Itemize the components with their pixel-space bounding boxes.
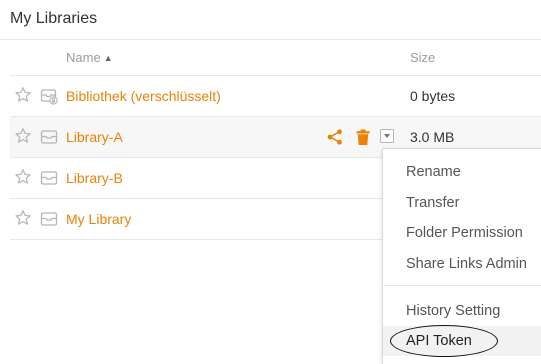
library-icon <box>40 212 58 226</box>
library-icon <box>40 130 58 144</box>
table-header: Name ▲ Size <box>10 40 541 76</box>
library-name-link[interactable]: Library-A <box>66 129 123 145</box>
library-operations-menu: Rename Transfer Folder Permission Share … <box>382 148 541 364</box>
encrypted-library-icon <box>40 89 58 105</box>
menu-item-history-setting[interactable]: History Setting <box>383 296 541 326</box>
menu-item-folder-permission[interactable]: Folder Permission <box>383 218 541 248</box>
library-name-link[interactable]: Bibliothek (verschlüsselt) <box>66 88 221 104</box>
star-icon[interactable] <box>14 168 32 186</box>
star-icon[interactable] <box>14 86 32 104</box>
library-size: 0 bytes <box>410 88 456 104</box>
share-icon[interactable] <box>326 128 344 146</box>
size-column-header: Size <box>410 50 436 65</box>
menu-item-rename[interactable]: Rename <box>383 157 541 187</box>
table-row[interactable]: Bibliothek (verschlüsselt) 0 bytes <box>10 76 541 117</box>
menu-item-api-token[interactable]: API Token <box>383 326 541 356</box>
menu-divider <box>383 285 541 286</box>
dropdown-caret-icon <box>384 134 390 138</box>
page-title: My Libraries <box>10 10 98 27</box>
trash-icon[interactable] <box>354 128 372 146</box>
star-icon[interactable] <box>14 209 32 227</box>
name-column-header[interactable]: Name ▲ <box>66 50 113 65</box>
library-icon <box>40 171 58 185</box>
menu-item-transfer[interactable]: Transfer <box>383 188 541 218</box>
library-name-link[interactable]: My Library <box>66 211 131 227</box>
library-name-link[interactable]: Library-B <box>66 170 123 186</box>
page-header: My Libraries <box>0 0 541 40</box>
star-icon[interactable] <box>14 127 32 145</box>
name-column-label: Name <box>66 50 101 65</box>
sort-ascending-icon[interactable]: ▲ <box>104 53 113 63</box>
more-operations-dropdown-toggle[interactable] <box>380 129 394 143</box>
library-size: 3.0 MB <box>410 129 455 145</box>
menu-item-share-links-admin[interactable]: Share Links Admin <box>383 249 541 279</box>
